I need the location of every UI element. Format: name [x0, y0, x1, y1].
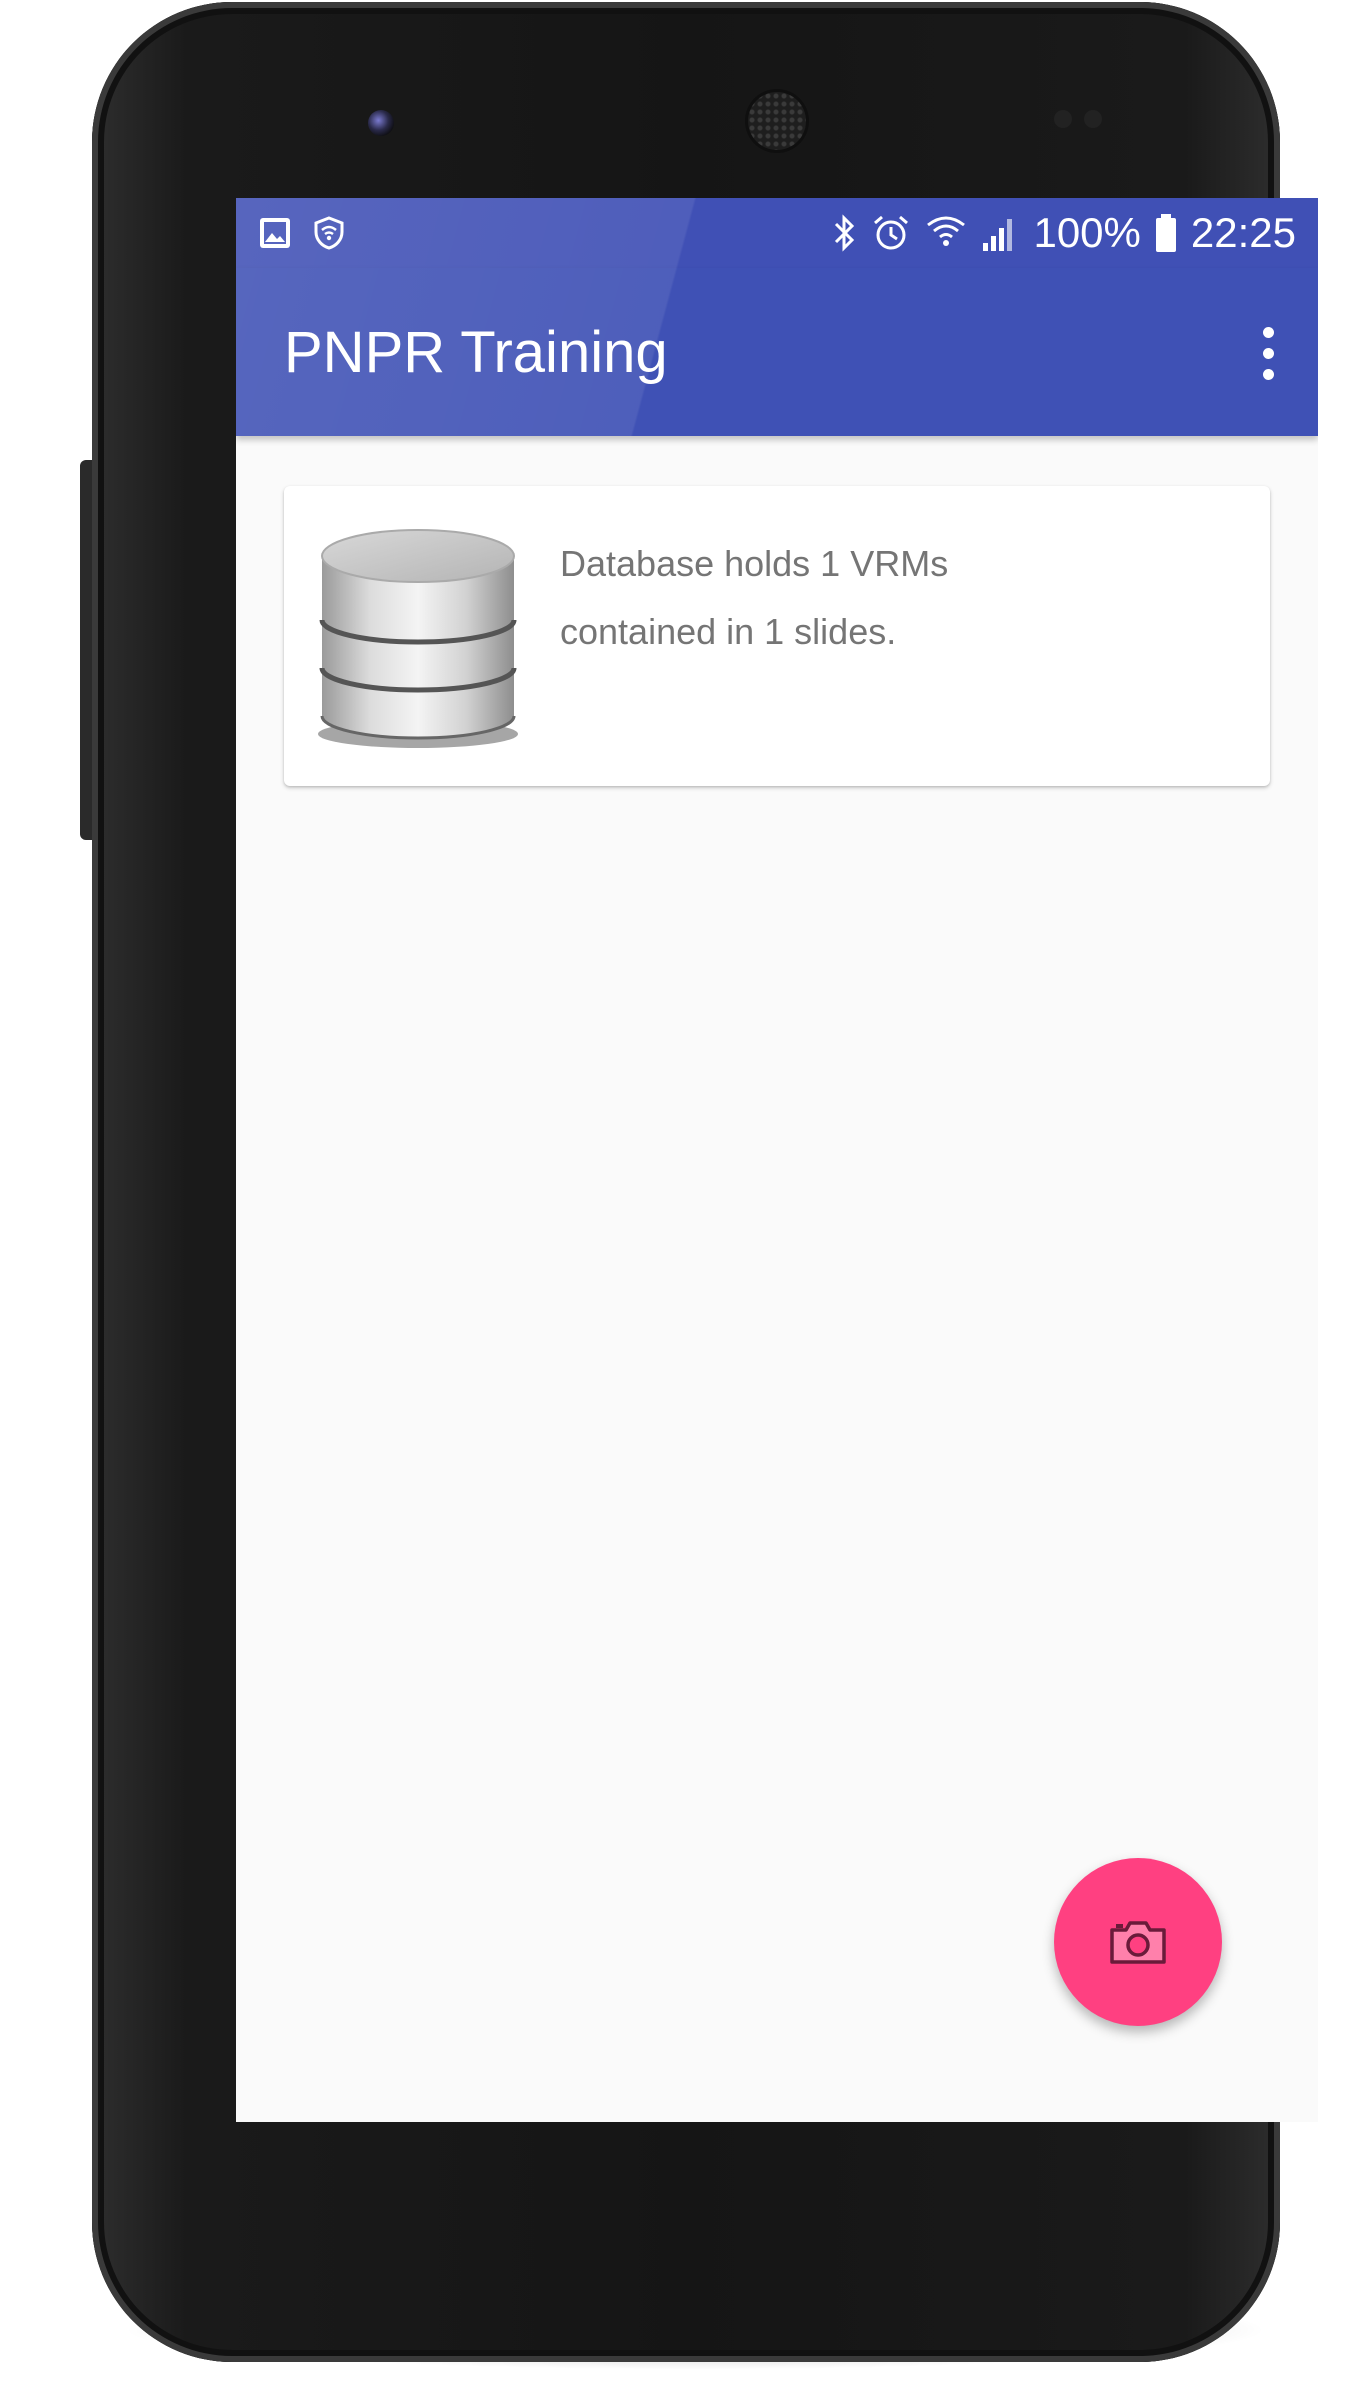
- screen: 100% 22:25 PNPR Training Database holds …: [236, 198, 1318, 2122]
- battery-icon: [1155, 214, 1176, 252]
- vpn-shield-icon: [314, 216, 344, 250]
- image-icon: [260, 218, 290, 248]
- database-summary-text: Database holds 1 VRMs contained in 1 sli…: [560, 530, 1240, 666]
- summary-line-vrms: Database holds 1 VRMs: [560, 543, 949, 584]
- overflow-menu-button[interactable]: [1256, 308, 1280, 398]
- cell-signal-icon: [983, 219, 1013, 251]
- phone-frame: 100% 22:25 PNPR Training Database holds …: [92, 2, 1318, 2362]
- wifi-icon: [927, 216, 966, 246]
- camera-icon: [1110, 1921, 1166, 1964]
- proximity-sensor: [1054, 110, 1072, 128]
- app-bar: PNPR Training: [236, 268, 1318, 436]
- camera-fab-button[interactable]: [1054, 1858, 1222, 2026]
- bluetooth-icon: [835, 214, 855, 252]
- app-title: PNPR Training: [284, 319, 668, 385]
- summary-line-slides: contained in 1 slides.: [560, 611, 897, 652]
- database-summary-card[interactable]: Database holds 1 VRMs contained in 1 sli…: [284, 486, 1270, 786]
- earpiece-speaker: [748, 92, 806, 150]
- alarm-icon: [874, 215, 909, 250]
- clock: 22:25: [1190, 209, 1296, 256]
- battery-percent: 100%: [1033, 209, 1141, 256]
- front-camera: [368, 110, 394, 136]
- database-icon: [318, 529, 518, 748]
- overflow-menu-icon: [1262, 326, 1274, 338]
- status-bar: 100% 22:25: [236, 198, 1318, 268]
- light-sensor: [1084, 110, 1102, 128]
